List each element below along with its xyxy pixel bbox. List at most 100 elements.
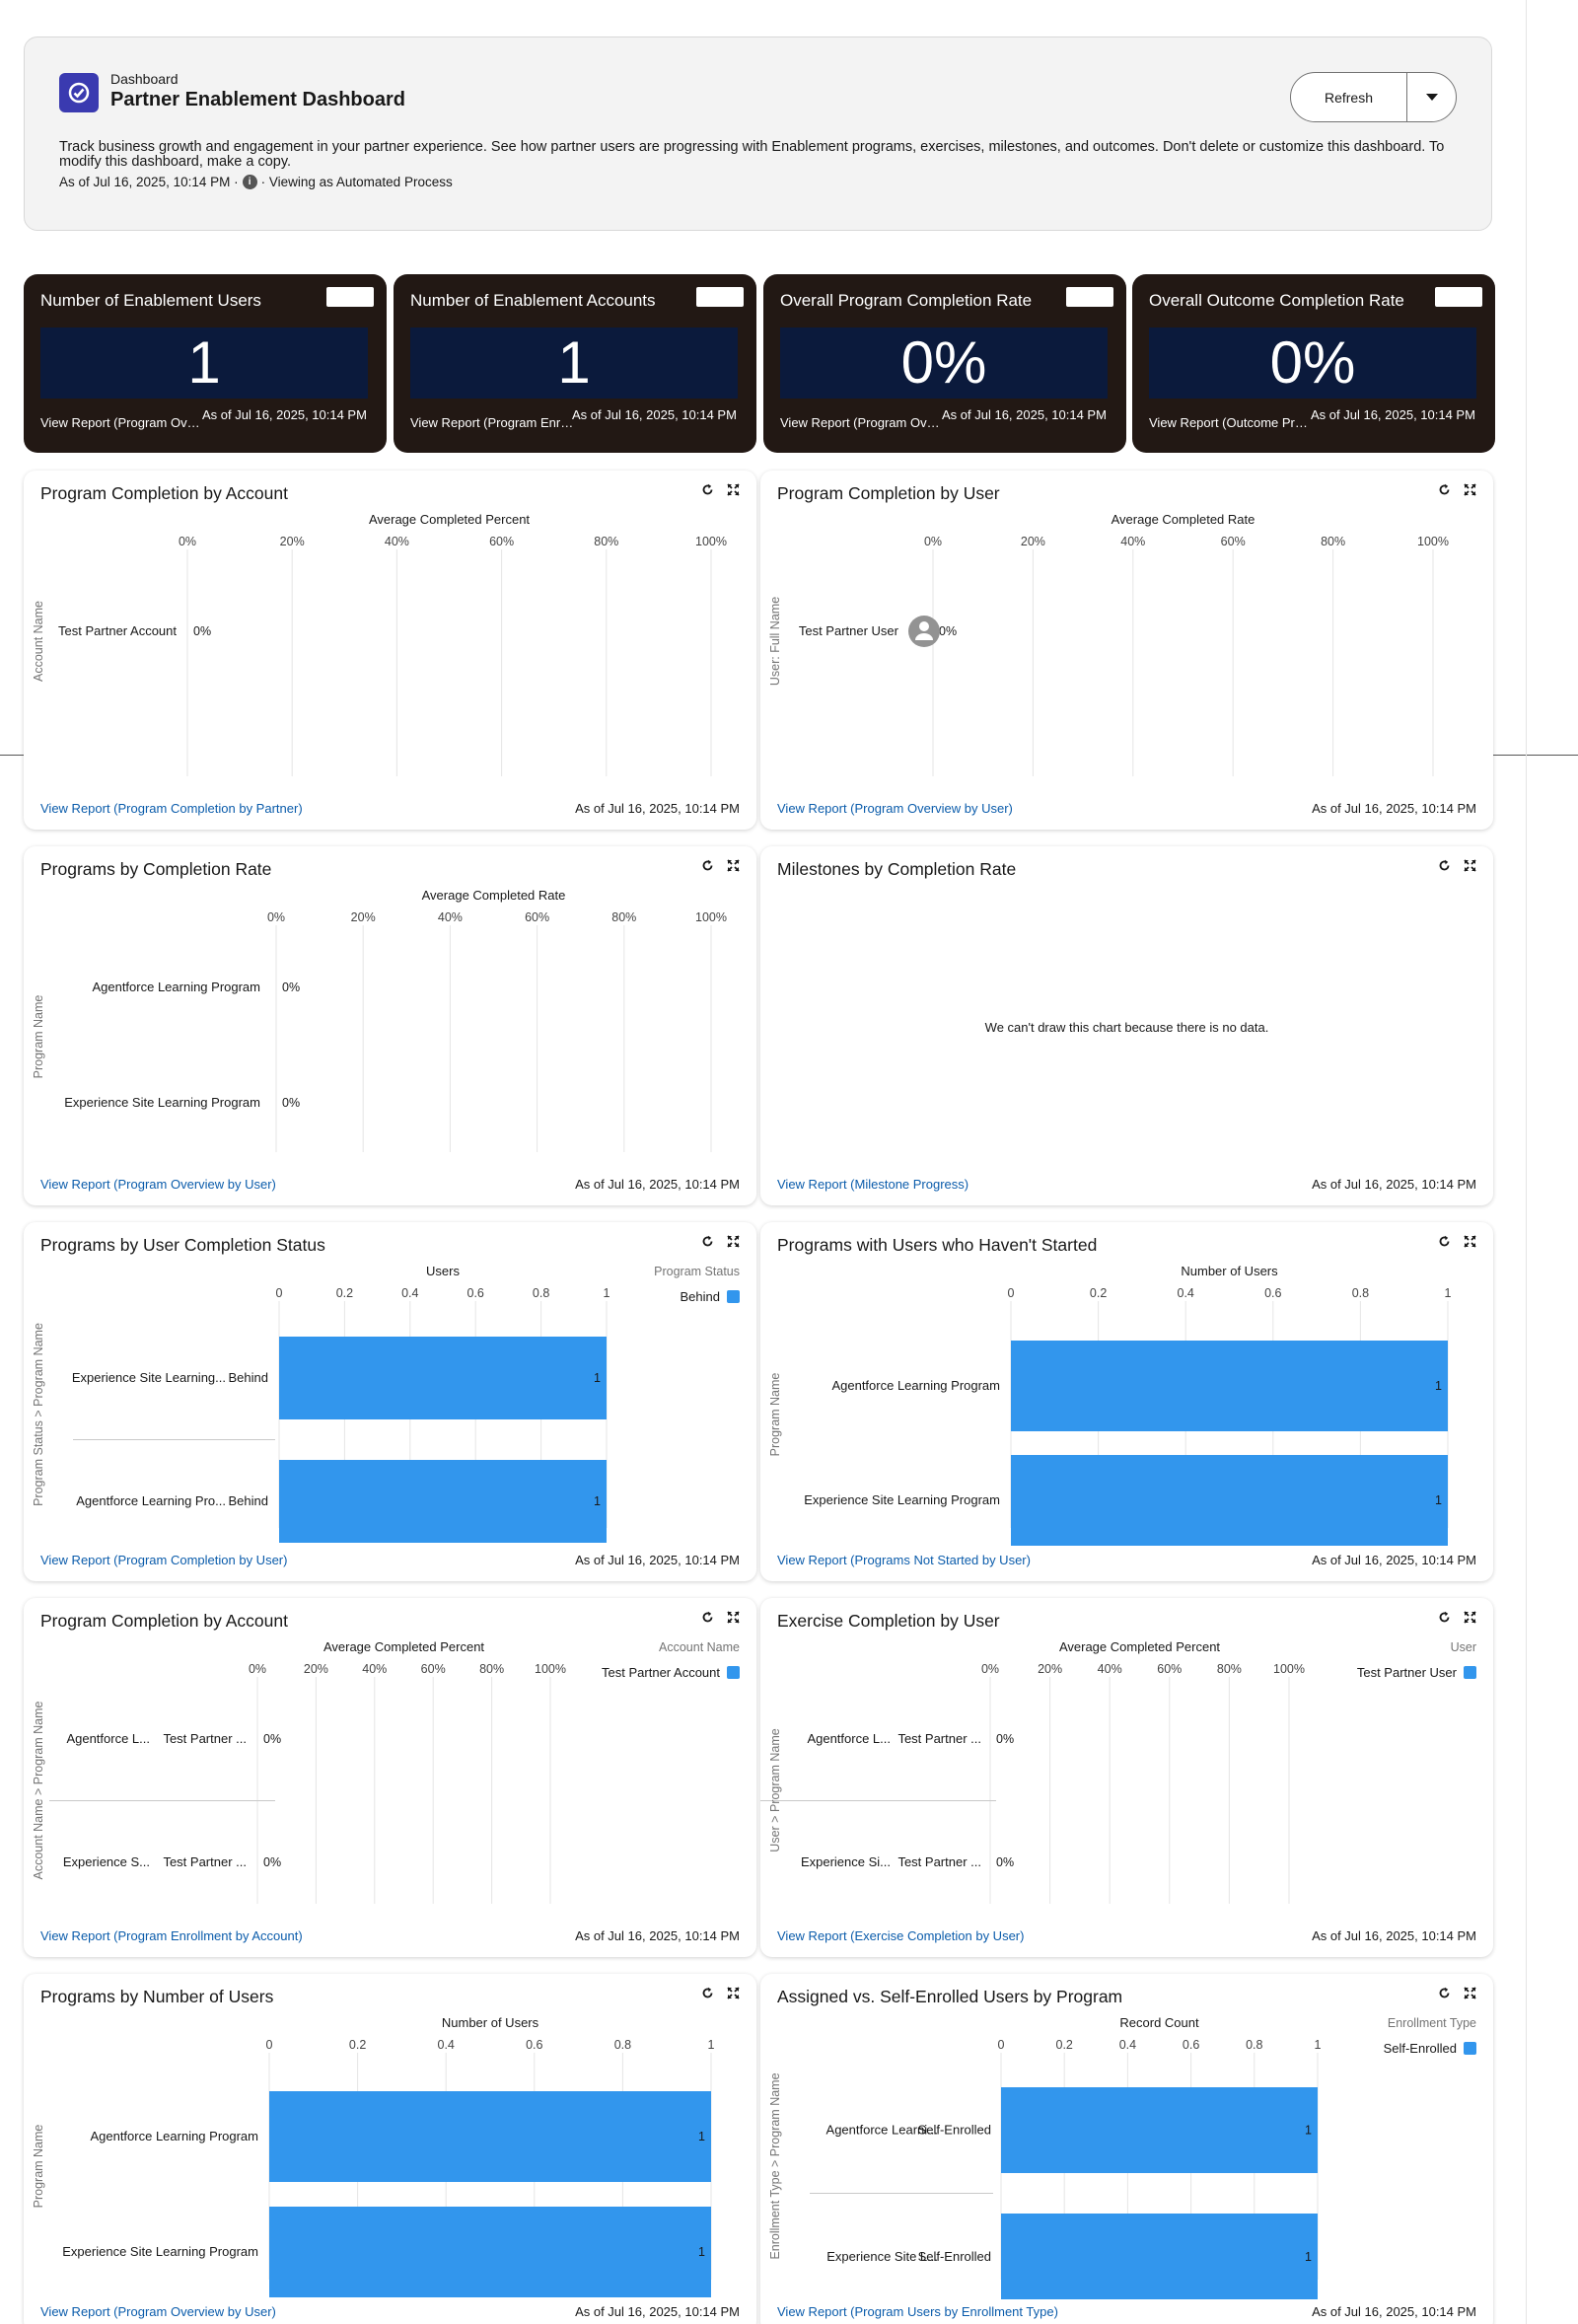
view-report-link[interactable]: View Report (Outcome Progress) [1149,415,1315,430]
x-tick-label: 80% [594,535,618,548]
refresh-icon[interactable] [1438,1235,1451,1253]
chart-title: Milestones by Completion Rate [777,859,1017,879]
x-tick-label: 40% [1098,1662,1122,1676]
as-of-timestamp: As of Jul 16, 2025, 10:14 PM [575,801,740,816]
expand-icon[interactable] [1464,859,1476,877]
bar-chart: Number of Users 0 0.2 0.4 0.6 0.8 1 Agentforce … [768,1264,1452,1546]
category-label: Experience Site Learning Program [62,2244,258,2259]
view-report-link[interactable]: View Report (Exercise Completion by User… [777,1928,1024,1943]
x-tick-label: 0.2 [1056,2038,1073,2052]
as-of-timestamp: As of Jul 16, 2025, 10:14 PM [572,407,737,422]
divider-line [0,755,24,756]
refresh-icon[interactable] [701,1987,714,2004]
avatar-head [919,621,929,631]
refresh-icon[interactable] [1438,483,1451,501]
view-report-link[interactable]: View Report (Programs Not Started by Use… [777,1553,1031,1567]
legend-title: User [1451,1640,1476,1654]
refresh-button[interactable]: Refresh [1291,73,1407,121]
viewing-as-text: · Viewing as Automated Process [260,175,453,189]
x-tick-label: 60% [421,1662,446,1676]
subcategory-label: Behind [229,1493,268,1508]
as-of-timestamp: As of Jul 16, 2025, 10:14 PM [1312,1177,1476,1192]
view-report-link[interactable]: View Report (Program Enrollment by Accou… [40,1928,303,1943]
expand-icon[interactable] [727,1987,740,2004]
x-tick-label: 100% [535,1662,566,1676]
chart-card: Programs by Completion Rate View Report (… [24,846,756,1205]
x-tick-label: 1 [1315,2038,1322,2052]
bar [1001,2214,1318,2299]
view-report-link[interactable]: View Report (Program Overview by User) [40,2304,276,2319]
expand-icon[interactable] [727,1235,740,1253]
data-label: 0% [193,624,211,638]
refresh-icon[interactable] [701,859,714,877]
data-label: 1 [1435,1493,1442,1507]
kpi-title: Number of Enablement Users [40,291,261,310]
refresh-icon[interactable] [1438,1611,1451,1629]
x-tick-label: 0.4 [1178,1286,1194,1300]
expand-icon[interactable] [1464,1611,1476,1629]
data-label: 0% [996,1855,1014,1869]
view-report-link[interactable]: View Report (Program Overview by User) [40,1177,276,1192]
y-axis-title: Program Name [768,1373,782,1457]
expand-icon[interactable] [1464,1987,1476,2004]
category-label: Test Partner User [799,623,899,638]
x-tick-label: 0.8 [1246,2038,1262,2052]
refresh-icon[interactable] [1438,859,1451,877]
view-report-link[interactable]: View Report (Program Users by Enrollment… [777,2304,1058,2319]
x-tick-label: 40% [438,910,463,924]
as-of-timestamp: As of Jul 16, 2025, 10:14 PM [1312,801,1476,816]
data-label: 0% [263,1732,281,1746]
x-tick-label: 40% [385,535,409,548]
category-label: Experience Si... [801,1854,891,1869]
kpi-filter-box[interactable] [1435,287,1482,307]
x-tick-label: 80% [479,1662,504,1676]
view-report-link[interactable]: View Report (Program Completion by Partn… [40,801,303,816]
bar [269,2091,711,2182]
expand-icon[interactable] [727,859,740,877]
dashboard-page: Dashboard Partner Enablement Dashboard R… [0,0,1578,2324]
view-report-link[interactable]: View Report (Program Completion by User) [40,1553,287,1567]
category-label: Agentforce Learning Program [92,980,260,994]
data-label: 0% [282,980,300,994]
data-label: 1 [698,2130,705,2143]
data-label: 1 [698,2245,705,2259]
chart-card: Programs by Number of Users View Report (… [24,1974,756,2324]
x-tick-label: 0.6 [1183,2038,1199,2052]
kpi-filter-box[interactable] [326,287,374,307]
card-actions [701,483,740,501]
kpi-filter-box[interactable] [696,287,744,307]
expand-icon[interactable] [1464,1235,1476,1253]
refresh-icon[interactable] [701,1235,714,1253]
x-axis-title: Average Completed Percent [323,1639,484,1654]
as-of-timestamp: As of Jul 16, 2025, 10:14 PM [575,1177,740,1192]
bar-chart: Average Completed Percent 0% 20% 40% 60% 80% 1… [32,512,727,776]
subcategory-label: Test Partner ... [897,1731,981,1746]
divider-line [1492,755,1578,756]
refresh-icon[interactable] [701,483,714,501]
as-of-text: As of Jul 16, 2025, 10:14 PM · [59,175,239,189]
view-report-link[interactable]: View Report (Program Overview by User) [777,801,1013,816]
refresh-menu-button[interactable] [1407,73,1456,121]
chart-title: Programs by Number of Users [40,1987,274,2006]
refresh-icon[interactable] [701,1611,714,1629]
x-tick-label: 0 [266,2038,273,2052]
expand-icon[interactable] [1464,483,1476,501]
view-report-link[interactable]: View Report (Program Overview by User) [780,415,946,430]
view-report-link[interactable]: View Report (Program Enrollment by Accou… [410,415,576,430]
kpi-title: Overall Outcome Completion Rate [1149,291,1404,310]
chart-title: Assigned vs. Self-Enrolled Users by Prog… [777,1987,1123,2006]
view-report-link[interactable]: View Report (Program Overview by User) [40,415,206,430]
info-icon[interactable]: i [242,175,257,189]
y-axis-title: User > Program Name [768,1728,782,1852]
x-axis-title: Average Completed Rate [422,888,566,903]
kpi-filter-box[interactable] [1066,287,1113,307]
x-axis-title: Number of Users [1181,1264,1278,1278]
expand-icon[interactable] [727,483,740,501]
refresh-icon[interactable] [1438,1987,1451,2004]
card-actions [701,1611,740,1629]
view-report-link[interactable]: View Report (Milestone Progress) [777,1177,968,1192]
category-label: Agentforce Learning Program [90,2129,258,2143]
dashboard-icon [59,73,99,112]
expand-icon[interactable] [727,1611,740,1629]
x-tick-label: 0.2 [1090,1286,1107,1300]
